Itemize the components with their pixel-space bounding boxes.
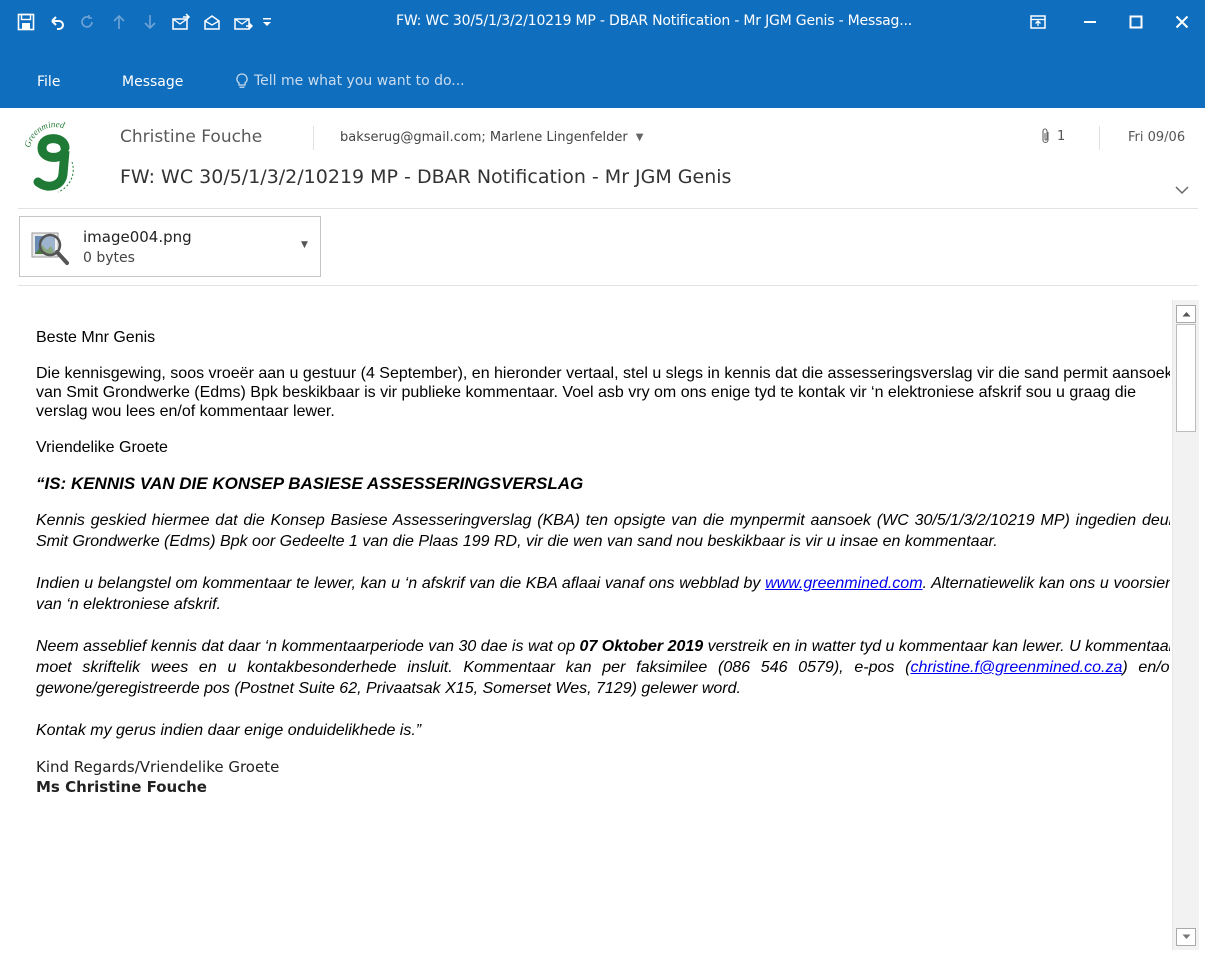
scroll-down-button[interactable] xyxy=(1176,928,1196,946)
scroll-up-arrow-icon xyxy=(1182,312,1190,317)
quick-access-toolbar-row: FW: WC 30/5/1/3/2/10219 MP - DBAR Notifi… xyxy=(0,0,1205,44)
recipients[interactable]: bakserug@gmail.com; Marlene Lingenfelder… xyxy=(340,130,643,145)
paragraph-intro: Die kennisgewing, soos vroeër aan u gest… xyxy=(36,365,1170,420)
header-divider xyxy=(1099,126,1100,150)
paragraph-contact: Kontak my gerus indien daar enige onduid… xyxy=(36,722,422,739)
minimize-button[interactable] xyxy=(1067,0,1113,44)
sender-name[interactable]: Christine Fouche xyxy=(120,127,262,147)
paragraph-download: Indien u belangstel om kommentaar te lew… xyxy=(36,573,1170,615)
save-icon xyxy=(17,13,34,31)
sent-date: Fri 09/06 xyxy=(1128,130,1186,145)
maximize-button[interactable] xyxy=(1113,0,1159,44)
lightbulb-icon xyxy=(236,73,248,88)
deadline-date: 07 Oktober 2019 xyxy=(579,638,704,655)
attachment-tile[interactable]: image004.png 0 bytes ▼ xyxy=(19,216,321,277)
message-header: Greenmined Christine Fouche bakserug@gma… xyxy=(0,108,1205,208)
paragraph-notice: Kennis geskied hiermee dat die Konsep Ba… xyxy=(36,512,1170,550)
attachment-count: 1 xyxy=(1057,128,1066,144)
header-divider xyxy=(313,126,314,150)
chevron-down-icon[interactable]: ▼ xyxy=(636,132,644,143)
email-link[interactable]: christine.f@greenmined.co.za xyxy=(910,659,1122,676)
undo-button[interactable] xyxy=(43,8,70,36)
minimize-icon xyxy=(1084,21,1096,23)
image-file-icon xyxy=(31,232,69,265)
signature-regards: Kind Regards/Vriendelike Groete xyxy=(36,758,280,776)
sender-logo: Greenmined xyxy=(18,118,90,198)
close-icon xyxy=(1175,15,1189,29)
forward-button[interactable] xyxy=(229,8,256,36)
header-separator xyxy=(18,208,1198,209)
greenmined-logo-icon: Greenmined xyxy=(22,119,74,193)
scroll-thumb[interactable] xyxy=(1176,324,1196,432)
message-subject: FW: WC 30/5/1/3/2/10219 MP - DBAR Notifi… xyxy=(120,166,732,188)
close-button[interactable] xyxy=(1159,0,1205,44)
signature-name: Ms Christine Fouche xyxy=(36,778,207,796)
ribbon-display-icon xyxy=(1030,15,1046,29)
message-content: Beste Mnr Genis Die kennisgewing, soos v… xyxy=(36,328,1170,797)
redo-button[interactable] xyxy=(74,8,101,36)
attachment-size: 0 bytes xyxy=(83,250,135,266)
arrow-up-icon xyxy=(112,14,125,29)
previous-item-button[interactable] xyxy=(105,8,132,36)
message-body: Beste Mnr Genis Die kennisgewing, soos v… xyxy=(18,297,1170,965)
scroll-up-button[interactable] xyxy=(1176,305,1196,323)
regards-line: Vriendelike Groete xyxy=(36,439,168,456)
save-button[interactable] xyxy=(12,8,39,36)
quick-access-toolbar xyxy=(12,8,278,36)
maximize-icon xyxy=(1129,15,1143,29)
reply-all-button[interactable] xyxy=(198,8,225,36)
undo-icon xyxy=(50,16,64,30)
paragraph-comment-period: Neem asseblief kennis dat daar ‘n kommen… xyxy=(36,636,1170,699)
notice-heading: “IS: KENNIS VAN DIE KONSEP BASIESE ASSES… xyxy=(36,474,584,493)
forward-mail-icon xyxy=(233,18,253,30)
tab-file[interactable]: File xyxy=(37,74,60,90)
customize-dropdown-icon xyxy=(263,18,271,26)
next-item-button[interactable] xyxy=(136,8,163,36)
reply-mail-icon xyxy=(171,13,190,30)
expand-header-button[interactable] xyxy=(1175,180,1189,199)
tab-message[interactable]: Message xyxy=(122,74,183,90)
scroll-down-arrow-icon xyxy=(1182,934,1190,939)
attachment-indicator: 1 xyxy=(1041,128,1065,144)
reply-all-mail-icon xyxy=(203,15,220,30)
customize-toolbar-button[interactable] xyxy=(260,8,274,36)
website-link[interactable]: www.greenmined.com xyxy=(765,575,922,592)
paperclip-icon xyxy=(1042,128,1049,144)
greeting: Beste Mnr Genis xyxy=(36,329,156,346)
ribbon-tabs: File Message Tell me what you want to do… xyxy=(0,62,1205,108)
tell-me-placeholder: Tell me what you want to do... xyxy=(254,73,465,89)
attachment-name: image004.png xyxy=(83,228,192,246)
reply-button[interactable] xyxy=(167,8,194,36)
vertical-scrollbar[interactable] xyxy=(1172,300,1199,950)
download-text-a: Indien u belangstel om kommentaar te lew… xyxy=(36,575,766,592)
chevron-down-icon xyxy=(1175,186,1189,195)
window-controls xyxy=(1009,0,1205,44)
tell-me-search[interactable]: Tell me what you want to do... xyxy=(236,73,465,89)
window-title: FW: WC 30/5/1/3/2/10219 MP - DBAR Notifi… xyxy=(396,13,912,29)
attachment-separator xyxy=(18,285,1198,286)
ribbon-display-options-button[interactable] xyxy=(1009,0,1067,44)
redo-icon xyxy=(80,15,93,28)
arrow-down-icon xyxy=(143,15,156,30)
title-bar: FW: WC 30/5/1/3/2/10219 MP - DBAR Notifi… xyxy=(0,0,1205,64)
recipients-text: bakserug@gmail.com; Marlene Lingenfelder xyxy=(340,130,628,145)
attachment-dropdown-icon[interactable]: ▼ xyxy=(301,240,308,250)
comment-text-a: Neem asseblief kennis dat daar ‘n kommen… xyxy=(36,638,580,655)
